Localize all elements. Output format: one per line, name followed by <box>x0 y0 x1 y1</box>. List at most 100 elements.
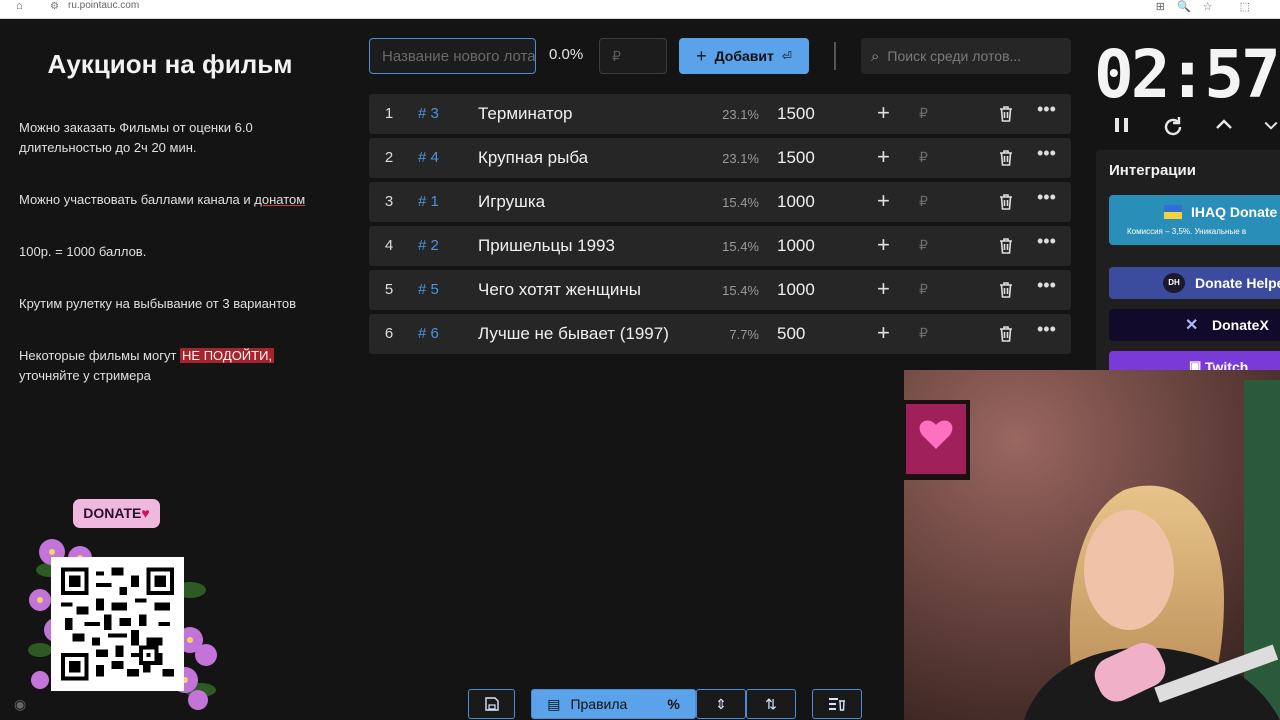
integration-name: Twitch <box>1205 359 1249 370</box>
lot-position: 3 <box>384 193 394 210</box>
flag-icon <box>1164 205 1182 219</box>
lot-currency[interactable]: ₽ <box>919 193 928 210</box>
lot-currency[interactable]: ₽ <box>919 281 928 298</box>
lot-id: # 2 <box>418 237 439 254</box>
add-amount-icon[interactable]: + <box>877 100 890 126</box>
rule-exchange: 100р. = 1000 баллов. <box>19 242 339 262</box>
lot-name[interactable]: Крупная рыба <box>478 148 588 168</box>
rule-roulette: Крутим рулетку на выбывание от 3 вариант… <box>19 294 339 314</box>
lot-row: 4 # 2 Пришельцы 1993 15.4% 1000 + ₽ ••• <box>369 226 1071 266</box>
more-icon[interactable]: ••• <box>1037 143 1056 164</box>
integrations-panel: Интеграции IHAQ Donate Комиссия – 3,5%. … <box>1096 150 1280 370</box>
sort-button[interactable]: ⇅ <box>746 689 796 719</box>
integration-ihaq-donate[interactable]: IHAQ Donate Комиссия – 3,5%. Уникальные … <box>1109 195 1280 245</box>
rules-label: Правила <box>570 696 628 712</box>
add-amount-icon[interactable]: + <box>877 144 890 170</box>
lot-currency[interactable]: ₽ <box>919 105 928 122</box>
plus-icon: + <box>696 45 707 66</box>
trash-icon[interactable] <box>996 104 1016 124</box>
more-icon[interactable]: ••• <box>1037 187 1056 208</box>
lot-id: # 3 <box>418 105 439 122</box>
lot-currency[interactable]: ₽ <box>919 149 928 166</box>
lot-id: # 4 <box>418 149 439 166</box>
lot-name[interactable]: Терминатор <box>478 104 573 124</box>
site-info-icon[interactable]: ⚙ <box>50 1 59 12</box>
compress-button[interactable]: ⇕ <box>696 689 746 719</box>
lot-percent: 15.4% <box>722 195 759 210</box>
eye-icon[interactable]: ◉ <box>14 696 26 713</box>
lot-position: 4 <box>384 237 394 254</box>
trash-icon[interactable] <box>996 192 1016 212</box>
rule-warning: Некоторые фильмы могут НЕ ПОДОЙТИ, уточн… <box>19 346 339 386</box>
pause-icon[interactable] <box>1112 114 1132 136</box>
more-icon[interactable]: ••• <box>1037 319 1056 340</box>
lot-row: 5 # 5 Чего хотят женщины 15.4% 1000 + ₽ … <box>369 270 1071 310</box>
lot-amount: 1000 <box>777 280 815 299</box>
qr-code-pattern <box>61 567 174 681</box>
lot-name[interactable]: Игрушка <box>478 192 545 212</box>
trash-icon[interactable] <box>996 148 1016 168</box>
clear-lots-button[interactable] <box>812 689 862 719</box>
lot-row: 6 # 6 Лучше не бывает (1997) 7.7% 500 + … <box>369 314 1071 354</box>
lot-position: 2 <box>384 149 394 166</box>
integration-donate-helper[interactable]: DH Donate Helpe <box>1109 267 1280 299</box>
rule-text: уточняйте у стримера <box>19 368 151 383</box>
add-amount-icon[interactable]: + <box>877 276 890 302</box>
save-icon <box>484 697 499 711</box>
search-icon: ⌕ <box>871 47 880 65</box>
add-amount-icon[interactable]: + <box>877 188 890 214</box>
address-bar[interactable]: ru.pointauc.com <box>68 0 139 11</box>
add-lot-button[interactable]: + Добавит ⏎ <box>679 38 809 74</box>
new-lot-percent: 0.0% <box>549 46 584 63</box>
lot-currency[interactable]: ₽ <box>919 237 928 254</box>
chevron-down-icon[interactable] <box>1262 114 1280 136</box>
lot-id: # 6 <box>418 325 439 342</box>
rule-participation: Можно участвовать баллами канала и донат… <box>19 190 339 210</box>
home-icon[interactable]: ⌂ <box>16 0 23 12</box>
integration-name: Donate Helpe <box>1195 275 1280 291</box>
chevron-up-icon[interactable] <box>1213 114 1235 136</box>
lot-row: 1 # 3 Терминатор 23.1% 1500 + ₽ ••• <box>369 94 1071 134</box>
lot-currency[interactable]: ₽ <box>919 325 928 342</box>
reset-icon[interactable] <box>1160 114 1186 140</box>
lot-position: 1 <box>384 105 394 122</box>
browser-actions[interactable]: ⊞🔍☆ ⬚ <box>1156 0 1262 13</box>
rule-text: Можно заказать Фильмы от оценки 6.0 <box>19 120 253 135</box>
search-placeholder: Поиск среди лотов... <box>887 48 1022 64</box>
rule-text-underlined: донатом <box>254 192 306 207</box>
integration-twitch[interactable]: ▣ Twitch <box>1109 351 1280 370</box>
rules-button[interactable]: ▤ Правила % <box>531 689 696 719</box>
lot-position: 5 <box>384 281 394 298</box>
add-amount-icon[interactable]: + <box>877 232 890 258</box>
new-lot-amount-input[interactable] <box>599 38 667 74</box>
add-amount-icon[interactable]: + <box>877 320 890 346</box>
rule-text: Крутим рулетку на выбывание от 3 вариант… <box>19 296 297 311</box>
rules-icon: ▤ <box>547 695 561 712</box>
lot-percent: 7.7% <box>729 327 759 342</box>
lot-row: 3 # 1 Игрушка 15.4% 1000 + ₽ ••• <box>369 182 1071 222</box>
more-icon[interactable]: ••• <box>1037 231 1056 252</box>
lot-name[interactable]: Чего хотят женщины <box>478 280 641 300</box>
rule-text: Некоторые фильмы могут <box>19 348 181 363</box>
browser-bar: ⌂ ⚙ ru.pointauc.com ⊞🔍☆ ⬚ <box>0 0 1280 19</box>
auction-timer: 02:57: <box>1094 36 1280 113</box>
lot-name[interactable]: Лучше не бывает (1997) <box>478 324 669 344</box>
lot-search[interactable]: ⌕ Поиск среди лотов... <box>861 38 1071 74</box>
integration-name: IHAQ Donate <box>1191 204 1278 220</box>
sort-icon: ⇅ <box>765 695 777 712</box>
trash-icon[interactable] <box>996 236 1016 256</box>
webcam-video <box>904 370 1280 720</box>
lot-amount: 500 <box>777 324 806 343</box>
integration-donatex[interactable]: ✕ DonateX <box>1109 309 1280 341</box>
more-icon[interactable]: ••• <box>1037 275 1056 296</box>
donate-badge: DONATE♥ <box>73 499 160 528</box>
clear-list-icon <box>829 698 845 711</box>
more-icon[interactable]: ••• <box>1037 99 1056 120</box>
trash-icon[interactable] <box>996 280 1016 300</box>
trash-icon[interactable] <box>996 324 1016 344</box>
new-lot-input[interactable] <box>369 38 536 74</box>
lot-name[interactable]: Пришельцы 1993 <box>478 236 615 256</box>
add-lot-label: Добавит <box>714 48 774 64</box>
rule-highlight: НЕ ПОДОЙТИ, <box>180 348 275 363</box>
save-button[interactable] <box>468 689 515 719</box>
